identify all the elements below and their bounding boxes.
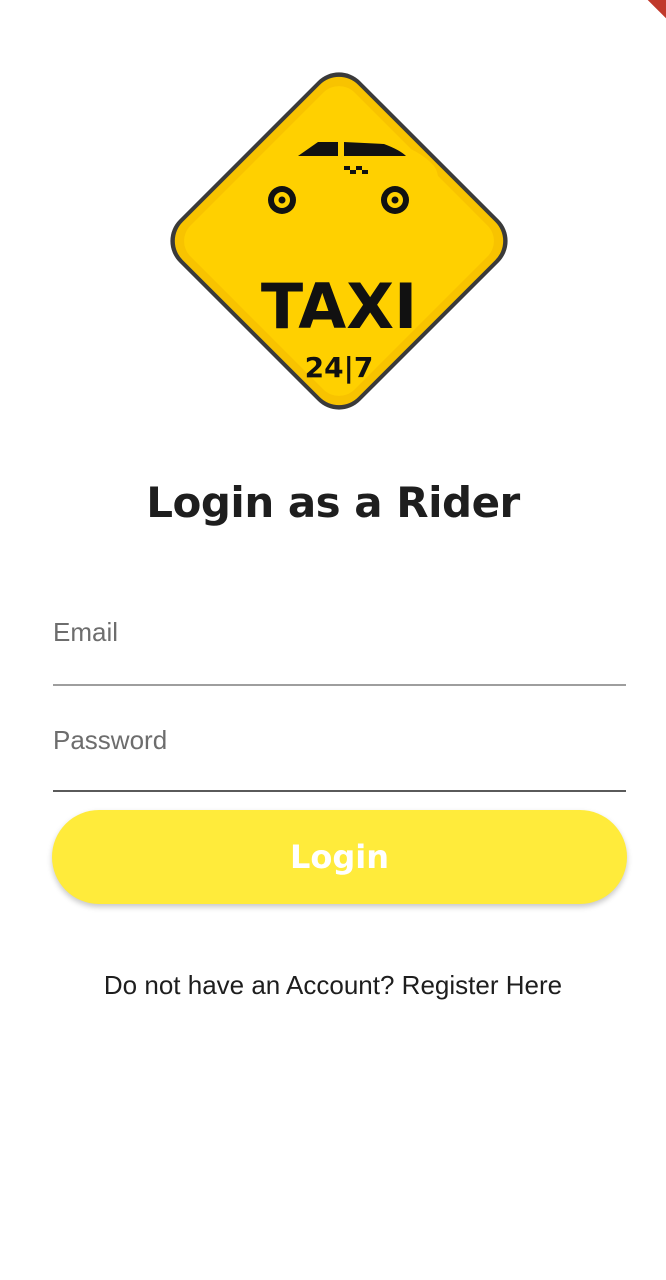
logo-sub-text: 24|7 [305,351,374,384]
login-button[interactable]: Login [52,810,627,904]
email-field [53,610,626,686]
taxi-logo: TAXI 24|7 [148,50,530,432]
register-link[interactable]: Do not have an Account? Register Here [0,970,666,1001]
page-title: Login as a Rider [146,478,520,527]
logo-brand-text: TAXI [261,270,417,343]
email-input[interactable] [53,610,626,654]
debug-banner [609,0,666,47]
password-field [53,718,626,792]
login-button-label: Login [289,838,390,876]
login-screen: TAXI 24|7 Login as a Rider Login Do not … [0,0,666,1280]
password-input[interactable] [53,718,626,762]
